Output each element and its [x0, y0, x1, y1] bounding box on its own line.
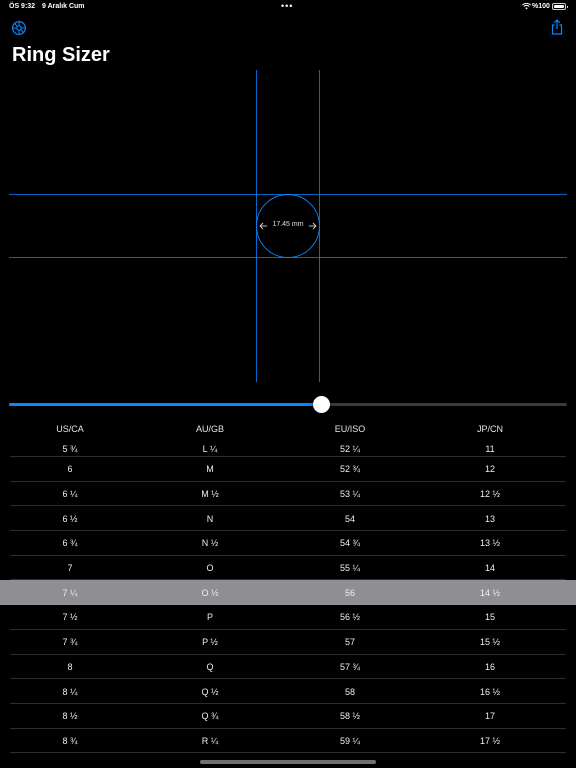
cell-us-ca: 6 ¾ [62, 538, 78, 549]
share-button[interactable] [549, 19, 565, 35]
battery-icon [552, 3, 568, 10]
cell-eu-iso: 55 ¼ [339, 563, 361, 574]
cell-au-gb: L ¼ [202, 443, 218, 454]
cell-jp-cn: 16 ½ [479, 686, 501, 697]
status-date: 9 Aralık Cum [42, 3, 85, 10]
table-row[interactable]: 8 Q 57 ¾ 16 [0, 655, 576, 680]
wifi-icon [522, 3, 531, 10]
table-row[interactable]: 7 ½ P 56 ½ 15 [0, 605, 576, 630]
gear-icon [11, 20, 27, 36]
cell-us-ca: 7 [67, 563, 73, 574]
column-header-jp-cn: JP/CN [476, 424, 503, 434]
measurement-area[interactable]: 17.45 mm [0, 70, 576, 384]
cell-eu-iso: 52 ¾ [339, 464, 361, 475]
slider-track-fill [9, 403, 322, 406]
cell-eu-iso: 56 [344, 587, 355, 598]
column-header-us-ca: US/CA [56, 424, 84, 434]
cell-us-ca: 8 [67, 661, 73, 672]
table-row[interactable]: 6 M 52 ¾ 12 [0, 457, 576, 482]
cell-au-gb: P ½ [202, 637, 218, 648]
cell-jp-cn: 16 [484, 661, 495, 672]
cell-jp-cn: 17 [484, 711, 495, 722]
table-row[interactable]: 5 ¾ L ¼ 52 ¼ 11 [0, 440, 576, 457]
cell-us-ca: 7 ¾ [62, 637, 78, 648]
cell-eu-iso: 52 ¼ [339, 443, 361, 454]
right-arrow-icon [309, 222, 317, 230]
cell-jp-cn: 14 [484, 563, 495, 574]
cell-eu-iso: 53 ¼ [339, 489, 361, 500]
cell-jp-cn: 15 ½ [479, 637, 501, 648]
cell-eu-iso: 56 ½ [339, 612, 361, 623]
table-row[interactable]: 8 ¾ R ¼ 59 ¼ 17 ½ [0, 729, 576, 754]
cell-eu-iso: 59 ¼ [339, 735, 361, 746]
cell-au-gb: O ½ [201, 587, 219, 598]
table-row[interactable]: 6 ½ N 54 13 [0, 506, 576, 531]
cell-au-gb: Q ½ [201, 686, 219, 697]
table-row-selected[interactable]: 7 ¼ O ½ 56 14 ½ [0, 580, 576, 606]
cell-jp-cn: 11 [485, 443, 495, 454]
settings-button[interactable] [11, 20, 27, 36]
table-row[interactable]: 8 ½ Q ¾ 58 ½ 17 [0, 704, 576, 729]
cell-au-gb: N [206, 513, 214, 524]
cell-au-gb: O [206, 563, 214, 574]
table-body: 5 ¾ L ¼ 52 ¼ 11 6 M 52 ¾ 12 6 ¼ M ½ 53 ¼ 12 ½ 6 ½ N 54… [0, 440, 576, 753]
cell-eu-iso: 57 ¾ [339, 661, 361, 672]
status-time: ÖS 9:32 [9, 3, 36, 10]
cell-eu-iso: 58 [344, 686, 355, 697]
diameter-label: 17.45 mm [272, 221, 304, 228]
table-header: US/CA AU/GB EU/ISO JP/CN [0, 424, 576, 440]
cell-eu-iso: 54 [344, 513, 355, 524]
cell-au-gb: M [206, 464, 214, 475]
cell-us-ca: 6 ¼ [62, 489, 78, 500]
table-row[interactable]: 7 ¾ P ½ 57 15 ½ [0, 630, 576, 655]
column-header-eu-iso: EU/ISO [334, 424, 366, 434]
cell-us-ca: 8 ½ [62, 711, 78, 722]
table-row[interactable]: 6 ¾ N ½ 54 ¾ 13 ½ [0, 531, 576, 556]
ring-sizer-screen: ÖS 9:32 9 Aralık Cum ••• %100 Ring Sizer… [0, 0, 576, 768]
cell-us-ca: 6 [67, 464, 73, 475]
size-slider[interactable] [9, 396, 567, 414]
cell-au-gb: P [206, 612, 213, 623]
cell-jp-cn: 13 [484, 513, 495, 524]
table-row[interactable]: 8 ¼ Q ½ 58 16 ½ [0, 679, 576, 704]
cell-jp-cn: 17 ½ [479, 735, 501, 746]
cell-au-gb: N ½ [201, 538, 219, 549]
slider-thumb[interactable] [313, 396, 331, 413]
home-indicator[interactable] [200, 760, 376, 764]
column-header-au-gb: AU/GB [195, 424, 224, 434]
page-title: Ring Sizer [12, 44, 110, 66]
cell-au-gb: Q [206, 661, 214, 672]
cell-us-ca: 7 ¼ [62, 587, 78, 598]
ring-size-table: US/CA AU/GB EU/ISO JP/CN 5 ¾L ¼ 52 ¼ 11 6 M 5… [0, 424, 576, 753]
cell-us-ca: 6 ½ [62, 513, 78, 524]
cell-au-gb: M ½ [201, 489, 219, 500]
multitasking-dots[interactable]: ••• [281, 1, 293, 11]
cell-jp-cn: 12 ½ [479, 489, 501, 500]
cell-au-gb: R ¼ [201, 735, 219, 746]
cell-eu-iso: 54 ¾ [339, 538, 361, 549]
share-icon [551, 19, 563, 35]
cell-us-ca: 5 ¾ [62, 443, 78, 454]
table-row[interactable]: 6 ¼ M ½ 53 ¼ 12 ½ [0, 482, 576, 507]
cell-eu-iso: 58 ½ [339, 711, 361, 722]
cell-jp-cn: 15 [484, 612, 495, 623]
cell-eu-iso: 57 [344, 637, 355, 648]
cell-us-ca: 8 ¾ [62, 735, 78, 746]
battery-percentage: %100 [532, 3, 550, 10]
cell-jp-cn: 12 [484, 464, 495, 475]
cell-jp-cn: 13 ½ [479, 538, 501, 549]
status-bar: ÖS 9:32 9 Aralık Cum ••• %100 [0, 0, 576, 14]
cell-us-ca: 8 ¼ [62, 686, 78, 697]
cell-jp-cn: 14 ½ [479, 587, 501, 598]
table-row[interactable]: 7 O 55 ¼ 14 [0, 556, 576, 581]
cell-us-ca: 7 ½ [62, 612, 78, 623]
cell-au-gb: Q ¾ [201, 711, 219, 722]
